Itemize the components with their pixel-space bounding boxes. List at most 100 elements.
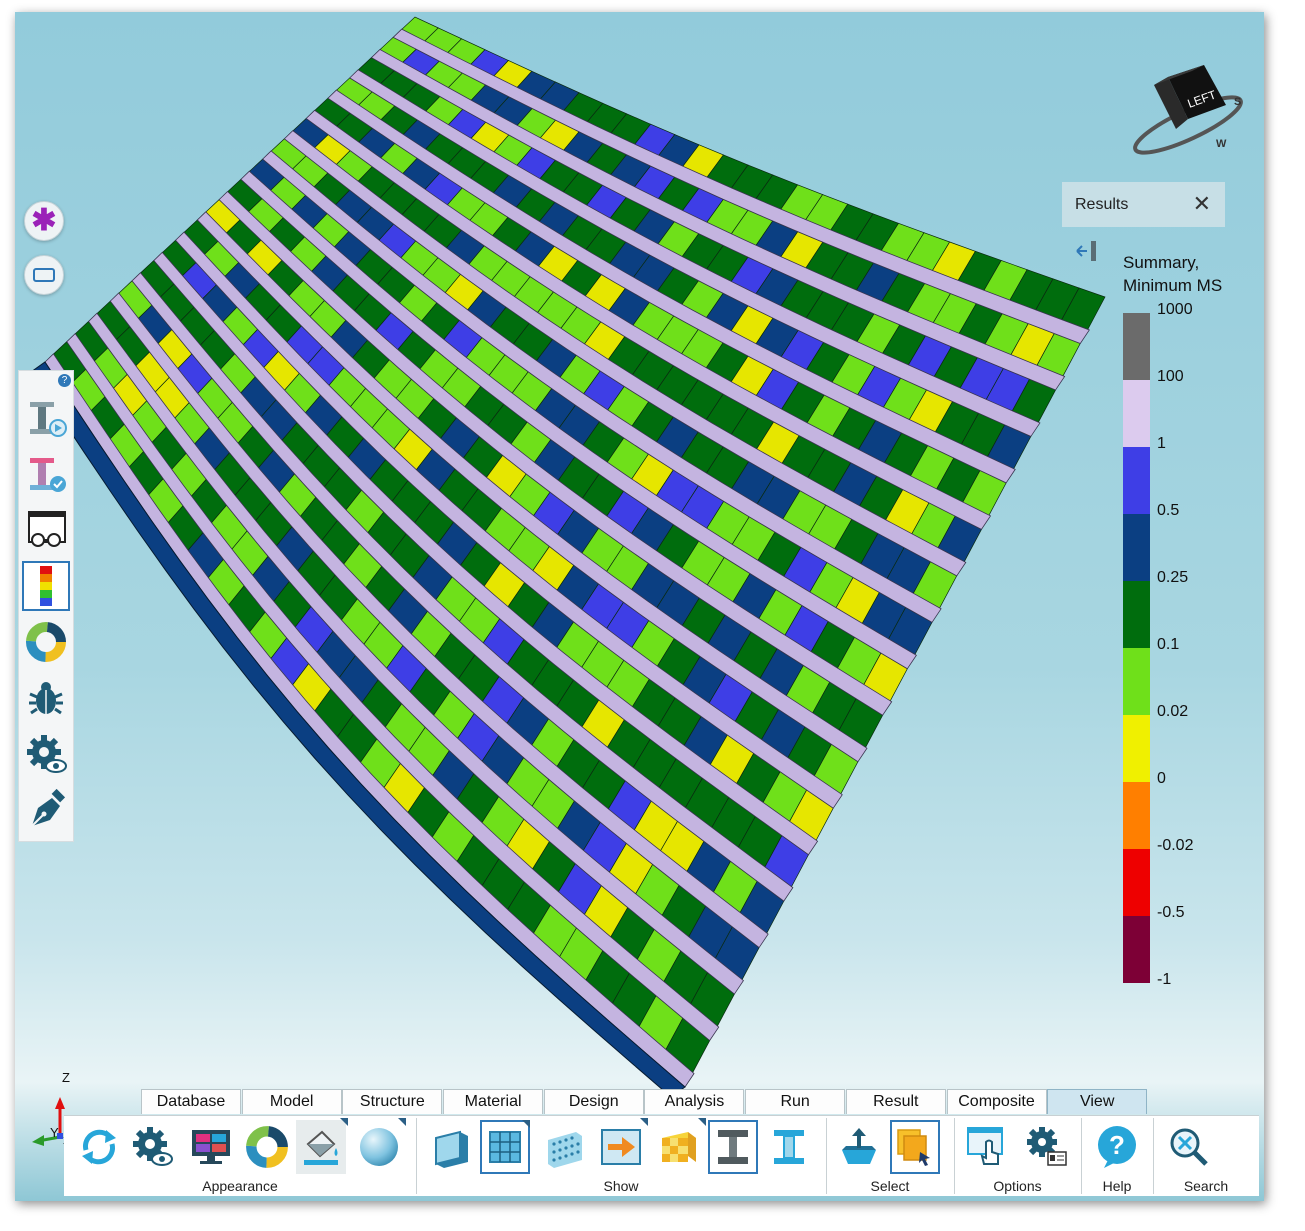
color-legend-icon bbox=[40, 566, 52, 606]
copy-cursor-button[interactable] bbox=[890, 1120, 940, 1174]
close-icon[interactable]: ✕ bbox=[1193, 191, 1211, 217]
donut-ring-ribbon-button[interactable] bbox=[242, 1120, 292, 1174]
legend-swatch bbox=[1123, 380, 1150, 447]
refresh-icon bbox=[82, 1129, 116, 1165]
group-label-options: Options bbox=[993, 1178, 1042, 1194]
gear-eye-button[interactable] bbox=[22, 729, 70, 779]
svg-text:?: ? bbox=[1109, 1130, 1125, 1160]
tab-view[interactable]: View bbox=[1047, 1089, 1148, 1114]
axis-y-label: Y bbox=[50, 1125, 59, 1140]
legend-label: 0.5 bbox=[1157, 502, 1180, 519]
legend-swatch bbox=[1123, 313, 1150, 380]
paint-bucket-icon bbox=[304, 1130, 338, 1165]
arrow-box-icon bbox=[601, 1129, 641, 1165]
gear-eye-icon bbox=[133, 1127, 173, 1166]
beam-play-icon bbox=[30, 402, 67, 437]
color-legend-bar bbox=[1123, 313, 1150, 983]
dotted-panel-button[interactable] bbox=[540, 1120, 590, 1174]
legend-label: 0 bbox=[1157, 770, 1166, 787]
legend-label: 0.25 bbox=[1157, 569, 1189, 586]
results-panel-header: Results ✕ bbox=[1062, 182, 1225, 227]
legend-swatch bbox=[1123, 581, 1150, 648]
arrow-box-button[interactable] bbox=[596, 1118, 648, 1174]
search-icon bbox=[1170, 1128, 1208, 1166]
legend-label: 1 bbox=[1157, 435, 1166, 452]
legend-title-line1: Summary, bbox=[1123, 253, 1200, 272]
legend-label: -0.02 bbox=[1157, 837, 1194, 854]
tab-material[interactable]: Material bbox=[443, 1089, 544, 1114]
help-badge[interactable]: ? bbox=[58, 374, 71, 387]
compass-s-label: S bbox=[1234, 96, 1241, 108]
i-beam-cyan-button[interactable] bbox=[764, 1120, 814, 1174]
sphere-icon bbox=[360, 1128, 398, 1166]
legend-label: -0.5 bbox=[1157, 904, 1185, 921]
checker-box-button[interactable] bbox=[654, 1118, 706, 1174]
panel-box-button[interactable] bbox=[426, 1120, 476, 1174]
checker-box-icon bbox=[662, 1132, 696, 1162]
beam-play-button[interactable] bbox=[22, 393, 70, 443]
tab-analysis[interactable]: Analysis bbox=[644, 1089, 745, 1114]
ribbon-tabs: Database Model Structure Material Design Anal… bbox=[141, 1089, 1148, 1114]
beam-check-button[interactable] bbox=[22, 449, 70, 499]
paint-bucket-button[interactable] bbox=[296, 1118, 348, 1174]
rectangle-icon bbox=[33, 268, 55, 282]
rectangle-button[interactable] bbox=[24, 255, 64, 295]
tray-up-button[interactable] bbox=[834, 1120, 884, 1174]
legend-label: 100 bbox=[1157, 368, 1184, 385]
donut-ring-button[interactable] bbox=[22, 617, 70, 667]
legend-label: -1 bbox=[1157, 971, 1172, 988]
i-beam-button[interactable] bbox=[708, 1120, 758, 1174]
tab-structure[interactable]: Structure bbox=[342, 1089, 443, 1114]
legend-label: 0.02 bbox=[1157, 703, 1189, 720]
tab-database[interactable]: Database bbox=[141, 1089, 241, 1114]
legend-swatch bbox=[1123, 849, 1150, 916]
gear-eye-icon bbox=[27, 735, 67, 773]
display-glasses-button[interactable] bbox=[22, 505, 70, 555]
pen-nib-icon bbox=[31, 788, 66, 827]
results-title: Results bbox=[1075, 196, 1129, 213]
sphere-button[interactable] bbox=[354, 1118, 406, 1174]
color-legend-button[interactable] bbox=[22, 561, 70, 611]
legend-swatch bbox=[1123, 715, 1150, 782]
compass-w-label: W bbox=[1216, 138, 1227, 150]
monitor-color-button[interactable] bbox=[186, 1120, 236, 1174]
tab-result[interactable]: Result bbox=[845, 1089, 946, 1114]
copy-cursor-icon bbox=[897, 1129, 930, 1166]
view-cube[interactable]: LEFT S W bbox=[1120, 57, 1250, 157]
legend-swatch bbox=[1123, 782, 1150, 849]
gear-eye-ribbon-button[interactable] bbox=[128, 1120, 178, 1174]
legend-label: 0.1 bbox=[1157, 636, 1180, 653]
asterisk-button[interactable]: ✱ bbox=[24, 201, 64, 241]
dotted-panel-icon bbox=[548, 1132, 582, 1168]
group-label-appearance: Appearance bbox=[202, 1178, 278, 1194]
refresh-button[interactable] bbox=[74, 1120, 124, 1174]
legend-swatch bbox=[1123, 916, 1150, 983]
grid-panel-icon bbox=[489, 1131, 521, 1163]
group-label-select: Select bbox=[870, 1178, 910, 1194]
group-label-search: Search bbox=[1183, 1178, 1229, 1194]
tab-run[interactable]: Run bbox=[745, 1089, 846, 1114]
donut-ring-icon bbox=[246, 1126, 288, 1168]
pen-nib-button[interactable] bbox=[22, 785, 70, 835]
bug-button[interactable] bbox=[22, 673, 70, 723]
legend-title-line2: Minimum MS bbox=[1123, 276, 1223, 295]
beam-check-icon bbox=[30, 458, 66, 492]
help-icon: ? bbox=[1098, 1126, 1136, 1168]
legend-swatch bbox=[1123, 447, 1150, 514]
monitor-color-icon bbox=[192, 1130, 230, 1164]
grid-panel-button[interactable] bbox=[480, 1120, 530, 1174]
gear-card-button[interactable] bbox=[1020, 1120, 1070, 1174]
dock-arrow-icon[interactable] bbox=[1073, 239, 1099, 263]
ribbon-toolbar: Appearance Show Select Options ? Help Se… bbox=[64, 1115, 1259, 1196]
touch-screen-button[interactable] bbox=[962, 1120, 1012, 1174]
search-button[interactable] bbox=[1164, 1120, 1214, 1174]
tab-design[interactable]: Design bbox=[543, 1089, 644, 1114]
touch-screen-icon bbox=[967, 1127, 1003, 1165]
tab-composite[interactable]: Composite bbox=[946, 1089, 1047, 1114]
i-beam-icon bbox=[718, 1130, 748, 1164]
tab-model[interactable]: Model bbox=[241, 1089, 342, 1114]
asterisk-icon: ✱ bbox=[31, 204, 57, 237]
axis-z-label: Z bbox=[62, 1070, 70, 1085]
i-beam-cyan-icon bbox=[774, 1130, 804, 1164]
help-button[interactable]: ? bbox=[1092, 1120, 1142, 1174]
